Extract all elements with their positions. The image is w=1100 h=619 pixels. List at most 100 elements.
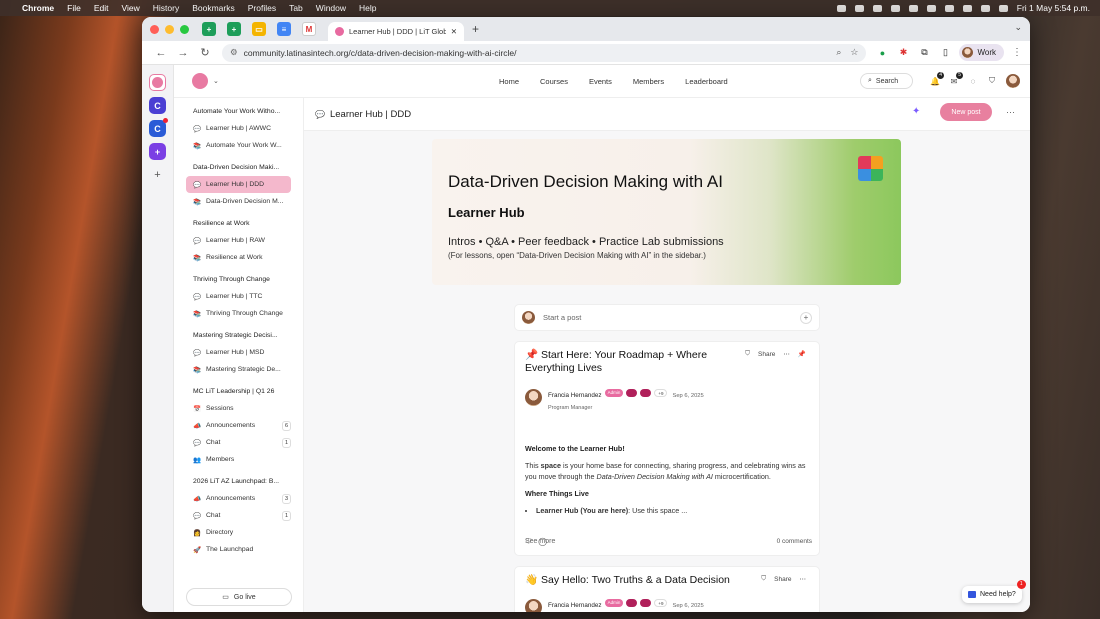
sidebar-item[interactable]: 💬 Learner Hub | TTC bbox=[186, 288, 291, 305]
status-icon[interactable] bbox=[836, 4, 846, 12]
more-options-icon[interactable]: ⋯ bbox=[783, 350, 790, 358]
sidebar-item[interactable]: 📣 Announcements 3 bbox=[186, 490, 291, 507]
browser-menu-icon[interactable]: ⋮ bbox=[1012, 47, 1022, 58]
site-logo[interactable] bbox=[192, 73, 208, 89]
status-icon[interactable] bbox=[890, 4, 900, 12]
close-window-button[interactable] bbox=[150, 24, 159, 34]
new-tab-button[interactable]: + bbox=[472, 22, 479, 36]
bookmarks-icon[interactable]: ⛉ bbox=[987, 76, 997, 86]
menu-view[interactable]: View bbox=[121, 3, 139, 13]
community-c-icon[interactable]: C bbox=[149, 97, 166, 114]
sidebar-item[interactable]: 💬 Learner Hub | MSD bbox=[186, 344, 291, 361]
user-avatar[interactable] bbox=[1006, 74, 1020, 88]
active-tab[interactable]: Learner Hub | DDD | LiT Glob... ✕ bbox=[328, 22, 464, 41]
status-icon[interactable] bbox=[926, 4, 936, 12]
sidebar-section-title[interactable]: Thriving Through Change bbox=[174, 271, 303, 288]
sidebar-item[interactable]: 💬 Learner Hub | RAW bbox=[186, 232, 291, 249]
sidebar-section-title[interactable]: MC LiT Leadership | Q1 26 bbox=[174, 383, 303, 400]
menu-history[interactable]: History bbox=[153, 3, 179, 13]
site-info-icon[interactable]: ⚙ bbox=[230, 47, 238, 58]
battery-icon[interactable] bbox=[944, 4, 954, 12]
cloud-icon[interactable] bbox=[854, 4, 864, 12]
gmail-tab-icon[interactable]: M bbox=[302, 22, 316, 36]
menu-profiles[interactable]: Profiles bbox=[248, 3, 276, 13]
add-community-icon[interactable]: + bbox=[149, 166, 166, 183]
community-logo-icon[interactable] bbox=[149, 74, 166, 91]
menu-window[interactable]: Window bbox=[316, 3, 346, 13]
messages-icon[interactable]: ✉ 5 bbox=[949, 71, 963, 86]
sidebar-item[interactable]: 📚 Automate Your Work W... bbox=[186, 137, 291, 154]
menu-help[interactable]: Help bbox=[359, 3, 376, 13]
nav-courses[interactable]: Courses bbox=[540, 77, 568, 86]
author-avatar[interactable] bbox=[525, 599, 542, 612]
sidebar-item[interactable]: 📅 Sessions bbox=[186, 400, 291, 417]
ai-sparkle-icon[interactable]: ✦ bbox=[912, 106, 920, 117]
menu-file[interactable]: File bbox=[67, 3, 81, 13]
zoom-window-button[interactable] bbox=[180, 24, 189, 34]
menu-app-name[interactable]: Chrome bbox=[22, 3, 54, 13]
menu-bookmarks[interactable]: Bookmarks bbox=[192, 3, 235, 13]
bookmark-icon[interactable]: ⛉ bbox=[761, 575, 766, 583]
pin-icon[interactable]: 📌 bbox=[798, 350, 806, 358]
nav-members[interactable]: Members bbox=[633, 77, 664, 86]
chevron-down-icon[interactable]: ⌄ bbox=[213, 77, 219, 85]
plus-app-icon[interactable]: + bbox=[149, 143, 166, 160]
menu-tab[interactable]: Tab bbox=[289, 3, 303, 13]
post-title[interactable]: 👋 Say Hello: Two Truths & a Data Decisio… bbox=[525, 574, 755, 587]
sidebar-item[interactable]: 🚀 The Launchpad bbox=[186, 541, 291, 558]
sidebar-item[interactable]: 📚 Data-Driven Decision M... bbox=[186, 193, 291, 210]
comment-icon[interactable]: ◯ bbox=[538, 537, 547, 546]
sidebar-item[interactable]: 📚 Mastering Strategic De... bbox=[186, 361, 291, 378]
reload-icon[interactable]: ↻ bbox=[194, 46, 216, 59]
need-help-button[interactable]: Need help? 1 bbox=[962, 580, 1026, 603]
more-options-icon[interactable]: ⋯ bbox=[800, 575, 807, 583]
sidebar-item[interactable]: 👥 Members bbox=[186, 451, 291, 468]
slides-tab-icon[interactable]: ▭ bbox=[252, 22, 266, 36]
minimize-window-button[interactable] bbox=[165, 24, 174, 34]
tab-search-icon[interactable]: ⌄ bbox=[1014, 22, 1022, 33]
add-icon[interactable]: + bbox=[800, 311, 812, 324]
sidebar-item[interactable]: 💬 Learner Hub | AWWC bbox=[186, 120, 291, 137]
nav-leaderboard[interactable]: Leaderboard bbox=[685, 77, 728, 86]
community-c-icon[interactable]: C bbox=[149, 118, 168, 137]
zoom-icon[interactable]: ⌕ bbox=[836, 47, 841, 58]
profile-button[interactable]: Work bbox=[959, 44, 1004, 61]
share-button[interactable]: Share bbox=[774, 576, 791, 583]
sidebar-section-title[interactable]: Automate Your Work Witho... bbox=[174, 103, 303, 120]
forward-icon[interactable]: → bbox=[172, 47, 194, 59]
search-input[interactable]: ⌕ Search bbox=[860, 73, 913, 89]
new-post-button[interactable]: New post bbox=[940, 103, 992, 121]
sidebar-item[interactable]: 👩 Directory bbox=[186, 524, 291, 541]
sidebar-section-title[interactable]: Mastering Strategic Decisi... bbox=[174, 327, 303, 344]
puzzle-icon[interactable]: ⧉ bbox=[918, 47, 930, 59]
sidebar-icon[interactable]: ▯ bbox=[939, 47, 951, 59]
extension-icon[interactable]: ● bbox=[876, 47, 888, 59]
status-icon[interactable] bbox=[872, 4, 882, 12]
sidebar-section-title[interactable]: Data-Driven Decision Maki... bbox=[174, 159, 303, 176]
bookmark-star-icon[interactable]: ☆ bbox=[850, 47, 858, 58]
url-text[interactable]: community.latinasintech.org/c/data-drive… bbox=[244, 48, 517, 58]
more-options-icon[interactable]: ⋯ bbox=[1006, 107, 1015, 118]
menu-edit[interactable]: Edit bbox=[94, 3, 109, 13]
sidebar-item[interactable]: 💬 Chat 1 bbox=[186, 434, 291, 451]
nav-events[interactable]: Events bbox=[589, 77, 612, 86]
author-avatar[interactable] bbox=[525, 389, 542, 406]
sidebar-item[interactable]: 📚 Thriving Through Change bbox=[186, 305, 291, 322]
docs-tab-icon[interactable]: ≡ bbox=[277, 22, 291, 36]
author-name[interactable]: Francia Hernandez bbox=[548, 602, 602, 609]
sidebar-item[interactable]: 💬 Chat 1 bbox=[186, 507, 291, 524]
notifications-icon[interactable]: 🔔 4 bbox=[930, 71, 944, 86]
author-name[interactable]: Francia Hernandez bbox=[548, 392, 602, 399]
url-bar[interactable]: ⚙ community.latinasintech.org/c/data-dri… bbox=[222, 43, 867, 62]
sheets-tab-icon[interactable]: + bbox=[202, 22, 216, 36]
search-icon[interactable] bbox=[980, 4, 990, 12]
close-tab-icon[interactable]: ✕ bbox=[451, 27, 457, 36]
post-composer[interactable]: Start a post + bbox=[514, 304, 820, 331]
extension-icon[interactable]: ✱ bbox=[897, 47, 909, 59]
sidebar-item[interactable]: 💬 Learner Hub | DDD bbox=[186, 176, 291, 193]
control-center-icon[interactable] bbox=[998, 4, 1008, 12]
sidebar-section-title[interactable]: 2026 LiT AZ Launchpad: B... bbox=[174, 473, 303, 490]
share-button[interactable]: Share bbox=[758, 351, 775, 358]
sidebar-item[interactable]: 📣 Announcements 6 bbox=[186, 417, 291, 434]
chat-icon[interactable]: ◌ bbox=[968, 77, 978, 86]
